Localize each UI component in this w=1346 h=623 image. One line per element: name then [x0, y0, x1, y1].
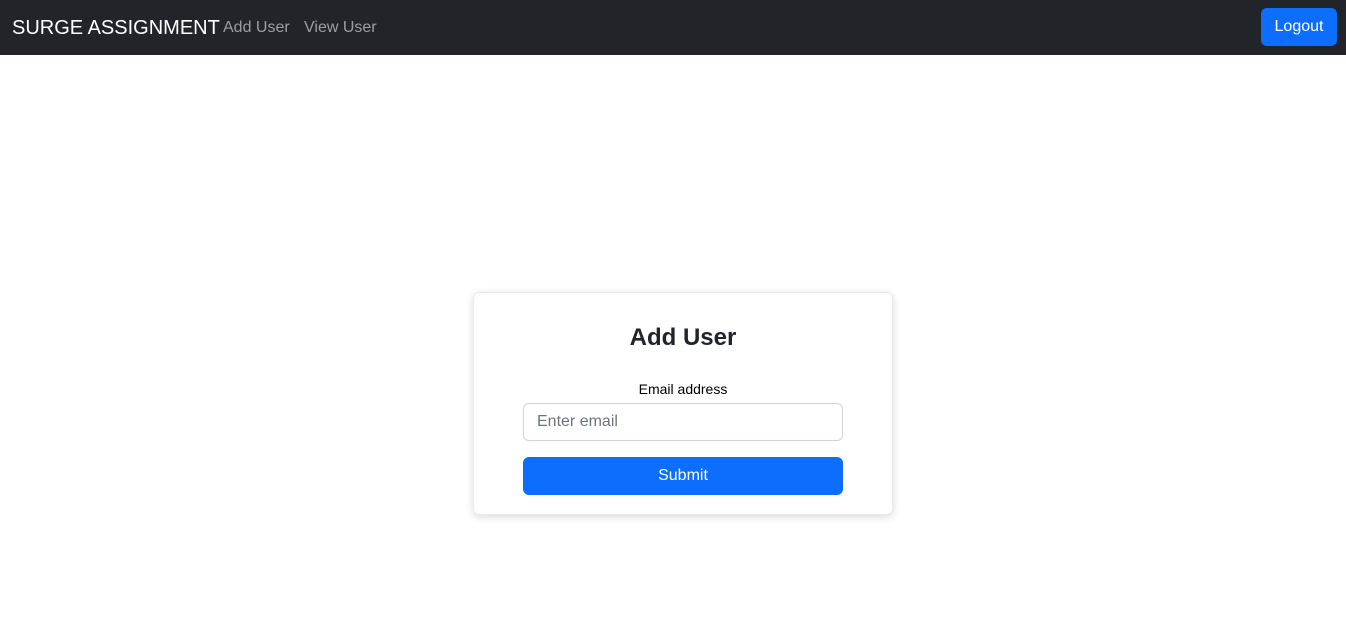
- add-user-card: Add User Email address Submit: [473, 292, 893, 515]
- email-input[interactable]: [523, 403, 843, 441]
- logout-button[interactable]: Logout: [1261, 8, 1337, 46]
- form-title: Add User: [629, 324, 737, 351]
- email-label: Email address: [638, 381, 728, 397]
- nav-link-view-user[interactable]: View User: [304, 18, 377, 38]
- brand-link[interactable]: SURGE ASSIGNMENT: [12, 16, 220, 40]
- nav-link-add-user[interactable]: Add User: [223, 18, 290, 38]
- top-navbar: SURGE ASSIGNMENT Add User View User Logo…: [0, 0, 1346, 55]
- submit-button[interactable]: Submit: [523, 457, 843, 495]
